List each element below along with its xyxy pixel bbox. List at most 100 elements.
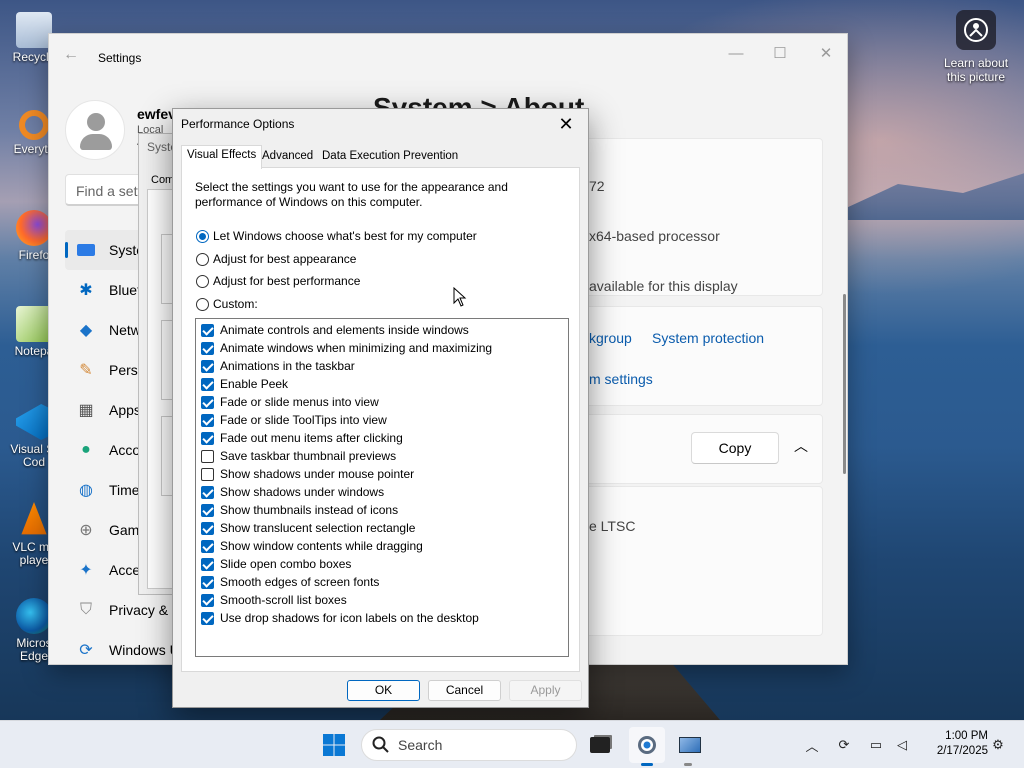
tab-computer-name[interactable]: Com bbox=[151, 174, 174, 186]
effect-checkbox-row[interactable]: Fade out menu items after clicking bbox=[201, 429, 403, 447]
effect-checkbox-row[interactable]: Fade or slide menus into view bbox=[201, 393, 379, 411]
tab-visual-effects[interactable]: Visual Effects bbox=[181, 145, 263, 169]
gear-icon bbox=[638, 736, 656, 754]
checkbox-checked-icon[interactable] bbox=[201, 539, 214, 553]
clock-date: 2/17/2025 bbox=[936, 745, 988, 757]
effect-checkbox-row[interactable]: Show translucent selection rectangle bbox=[201, 519, 415, 537]
chevron-up-icon[interactable]: ︿ bbox=[802, 735, 822, 755]
copy-button[interactable]: Copy bbox=[691, 432, 779, 464]
nav-item-label: Time bbox=[109, 482, 140, 498]
windows-spec-card bbox=[569, 486, 823, 636]
sync-alert-icon[interactable]: ⟳ bbox=[834, 735, 854, 755]
effect-checkbox-row[interactable]: Show thumbnails instead of icons bbox=[201, 501, 398, 519]
network-icon[interactable]: ▭ bbox=[866, 735, 886, 755]
device-specs-card bbox=[569, 138, 823, 296]
close-icon[interactable]: ✕ bbox=[550, 111, 582, 137]
close-button[interactable]: ✕ bbox=[803, 40, 849, 68]
effect-checkbox-row[interactable]: Animate controls and elements inside win… bbox=[201, 321, 469, 339]
effect-checkbox-row[interactable]: Animate windows when minimizing and maxi… bbox=[201, 339, 492, 357]
computer-icon bbox=[679, 737, 701, 753]
start-button[interactable] bbox=[316, 727, 352, 763]
system-type-value: x64-based processor bbox=[589, 228, 720, 244]
settings-scrollbar[interactable] bbox=[843, 294, 846, 474]
nav-item-label: Apps bbox=[109, 402, 141, 418]
taskbar-system-properties-app[interactable] bbox=[672, 727, 708, 763]
effect-checkbox-row[interactable]: Animations in the taskbar bbox=[201, 357, 355, 375]
running-app-indicator bbox=[684, 763, 692, 766]
ok-button[interactable]: OK bbox=[347, 680, 420, 701]
checkbox-checked-icon[interactable] bbox=[201, 431, 214, 445]
checkbox-checked-icon[interactable] bbox=[201, 521, 214, 535]
domain-workgroup-link[interactable]: kgroup bbox=[589, 330, 632, 346]
chevron-up-icon[interactable]: ︿ bbox=[787, 436, 815, 460]
effect-checkbox-row[interactable]: Show shadows under mouse pointer bbox=[201, 465, 414, 483]
checkbox-checked-icon[interactable] bbox=[201, 485, 214, 499]
checkbox-checked-icon[interactable] bbox=[201, 359, 214, 373]
effect-checkbox-row[interactable]: Save taskbar thumbnail previews bbox=[201, 447, 396, 465]
tab-data-execution-prevention[interactable]: Data Execution Prevention bbox=[317, 147, 463, 167]
effect-checkbox-row[interactable]: Show window contents while dragging bbox=[201, 537, 423, 555]
related-links-card bbox=[569, 306, 823, 406]
settings-titlebar[interactable]: ← Settings — ☐ ✕ bbox=[49, 34, 847, 80]
taskbar-clock[interactable]: 1:00 PM 2/17/2025 bbox=[918, 729, 988, 759]
effect-label: Animate windows when minimizing and maxi… bbox=[220, 341, 493, 355]
effect-label: Use drop shadows for icon labels on the … bbox=[220, 611, 479, 625]
effect-checkbox-row[interactable]: Use drop shadows for icon labels on the … bbox=[201, 609, 479, 627]
avatar bbox=[65, 100, 125, 160]
effect-label: Show window contents while dragging bbox=[220, 539, 423, 553]
radio-label: Adjust for best performance bbox=[213, 274, 361, 288]
checkbox-checked-icon[interactable] bbox=[201, 395, 214, 409]
checkbox-checked-icon[interactable] bbox=[201, 323, 214, 337]
checkbox-checked-icon[interactable] bbox=[201, 503, 214, 517]
checkbox-unchecked-icon[interactable] bbox=[201, 449, 214, 463]
dialog-title: Performance Options bbox=[181, 117, 295, 131]
effect-checkbox-row[interactable]: Smooth-scroll list boxes bbox=[201, 591, 347, 609]
nav-item-label: Acco bbox=[109, 442, 141, 458]
minimize-button[interactable]: — bbox=[713, 40, 759, 68]
checkbox-checked-icon[interactable] bbox=[201, 593, 214, 607]
tab-advanced[interactable]: Advanced bbox=[257, 147, 318, 167]
apply-button[interactable]: Apply bbox=[509, 680, 582, 701]
nav-item-label: Privacy & bbox=[109, 602, 169, 618]
radio-best-appearance[interactable]: Adjust for best appearance bbox=[196, 251, 356, 267]
cancel-button[interactable]: Cancel bbox=[428, 680, 501, 701]
effect-checkbox-row[interactable]: Smooth edges of screen fonts bbox=[201, 573, 379, 591]
radio-let-windows-choose[interactable]: Let Windows choose what's best for my co… bbox=[196, 228, 477, 244]
effect-label: Enable Peek bbox=[220, 377, 289, 391]
checkbox-checked-icon[interactable] bbox=[201, 575, 214, 589]
checkbox-checked-icon[interactable] bbox=[201, 413, 214, 427]
notifications-icon[interactable]: ⚙ bbox=[988, 735, 1008, 755]
visual-effects-list[interactable]: Animate controls and elements inside win… bbox=[195, 318, 569, 657]
taskbar-search[interactable]: Search bbox=[361, 729, 577, 761]
effect-checkbox-row[interactable]: Fade or slide ToolTips into view bbox=[201, 411, 387, 429]
checkbox-checked-icon[interactable] bbox=[201, 377, 214, 391]
radio-unselected-icon bbox=[196, 252, 209, 266]
settings-app-title: Settings bbox=[98, 51, 142, 65]
effect-checkbox-row[interactable]: Slide open combo boxes bbox=[201, 555, 351, 573]
checkbox-checked-icon[interactable] bbox=[201, 557, 214, 571]
radio-unselected-icon bbox=[196, 274, 209, 288]
learn-about-picture[interactable]: Learn about this picture bbox=[938, 10, 1014, 84]
checkbox-checked-icon[interactable] bbox=[201, 341, 214, 355]
bluetooth-icon: ✱ bbox=[79, 282, 93, 299]
recycle-bin-icon bbox=[16, 12, 52, 48]
effect-checkbox-row[interactable]: Show shadows under windows bbox=[201, 483, 384, 501]
volume-muted-icon[interactable]: ◁ bbox=[892, 735, 912, 755]
effect-checkbox-row[interactable]: Enable Peek bbox=[201, 375, 288, 393]
effect-label: Show thumbnails instead of icons bbox=[220, 503, 399, 517]
taskbar-settings-app[interactable] bbox=[629, 727, 665, 763]
radio-custom[interactable]: Custom: bbox=[196, 296, 258, 312]
effect-label: Smooth edges of screen fonts bbox=[220, 575, 380, 589]
radio-unselected-icon bbox=[196, 297, 209, 311]
task-view-button[interactable] bbox=[582, 727, 618, 763]
apps-icon: ▦ bbox=[78, 402, 94, 419]
checkbox-unchecked-icon[interactable] bbox=[201, 467, 214, 481]
back-arrow-icon[interactable]: ← bbox=[63, 46, 79, 64]
maximize-button[interactable]: ☐ bbox=[757, 40, 803, 68]
system-protection-link[interactable]: System protection bbox=[652, 330, 764, 346]
advanced-system-settings-link[interactable]: m settings bbox=[589, 371, 653, 387]
mountain-ridge bbox=[820, 172, 1024, 220]
radio-best-performance[interactable]: Adjust for best performance bbox=[196, 273, 360, 289]
checkbox-checked-icon[interactable] bbox=[201, 611, 214, 625]
performance-options-dialog: Performance Options ✕ Visual Effects Adv… bbox=[172, 108, 589, 708]
